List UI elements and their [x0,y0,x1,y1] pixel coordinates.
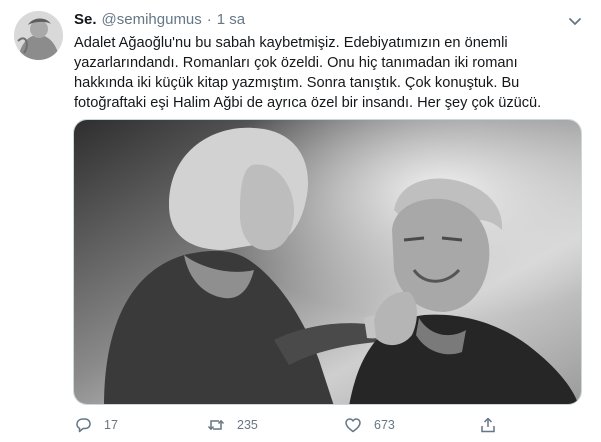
retweet-button[interactable]: 235 [207,414,258,436]
like-count: 673 [374,418,395,432]
retweet-count: 235 [237,418,258,432]
tweet-card: Se. @semihgumus · 1 sa Adalet Ağaoğlu'nu… [0,0,601,442]
avatar-image [14,11,63,60]
heart-icon [345,418,361,433]
tweet-text-line: Adalet Ağaoğlu'nu bu sabah kaybetmişiz. … [74,35,508,51]
tweet-text-line: fotoğraftaki eşi Halim Ağbi de ayrıca öz… [74,95,542,111]
avatar[interactable] [14,11,63,60]
retweet-icon [207,419,225,431]
tweet-timestamp[interactable]: 1 sa [217,11,245,28]
tweet-text-line: hakkında iki küçük kitap yazmıştım. Sonr… [74,75,520,91]
like-button[interactable]: 673 [344,414,395,436]
reply-icon [76,418,91,433]
tweet-actions: 17 235 673 [74,414,574,436]
tweet-header: Se. @semihgumus · 1 sa [74,11,245,31]
more-options-chevron-icon[interactable] [566,12,584,30]
tweet-photo[interactable] [73,119,582,405]
tweet-text-line: yazarlarındandı. Romanları çok özeldi. O… [74,55,518,71]
user-handle[interactable]: @semihgumus [102,11,202,28]
share-icon [481,417,495,433]
header-separator: · [206,11,212,28]
reply-count: 17 [104,418,118,432]
tweet-text: Adalet Ağaoğlu'nu bu sabah kaybetmişiz. … [74,33,574,113]
display-name[interactable]: Se. [74,11,97,28]
share-button[interactable] [479,414,497,436]
photo-image [74,120,581,404]
reply-button[interactable]: 17 [74,414,118,436]
